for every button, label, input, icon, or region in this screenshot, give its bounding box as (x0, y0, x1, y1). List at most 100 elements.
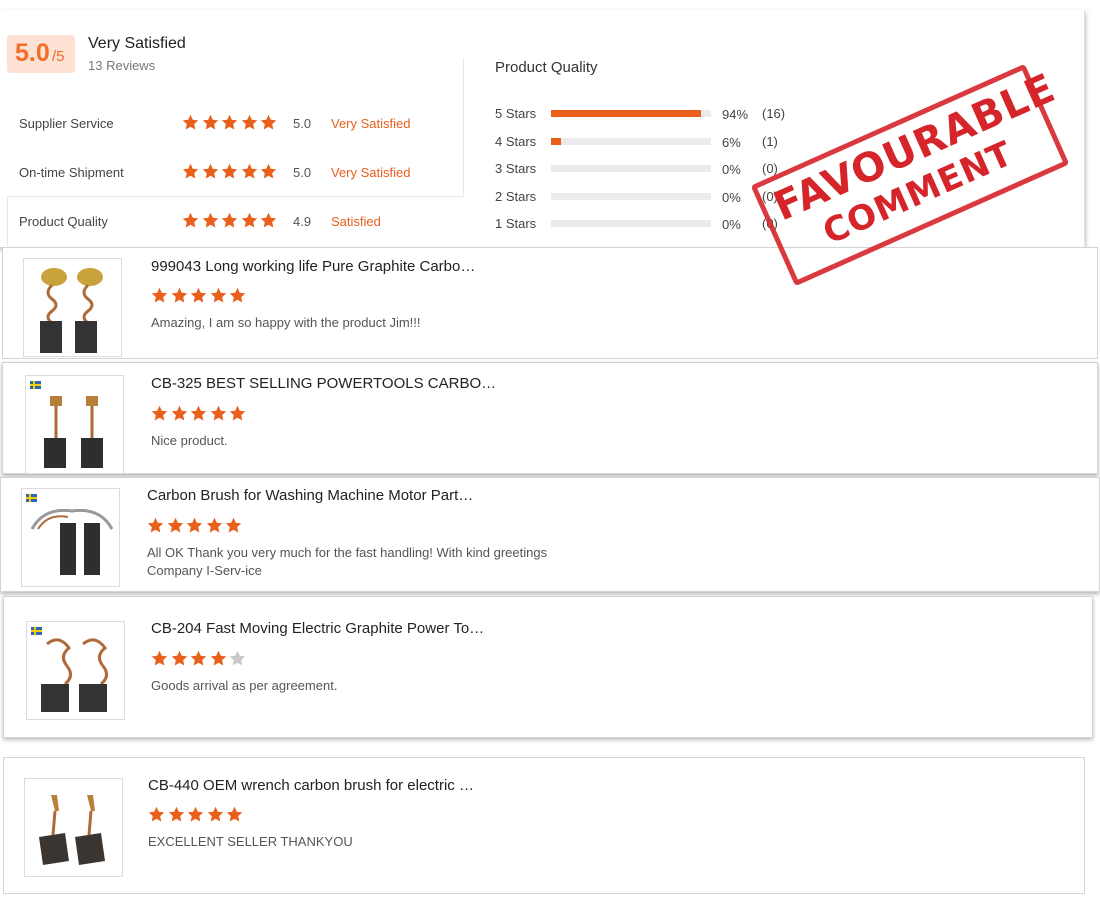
star-icon (151, 405, 168, 422)
star-icon (221, 212, 238, 229)
distribution-percent: 0% (722, 217, 741, 232)
star-icon (147, 517, 164, 534)
review-product-title[interactable]: CB-204 Fast Moving Electric Graphite Pow… (151, 620, 484, 637)
review-product-title[interactable]: CB-440 OEM wrench carbon brush for elect… (148, 777, 474, 794)
distribution-row-5: 5 Stars 94% (16) (495, 106, 815, 122)
star-icon (241, 212, 258, 229)
overall-score-suffix: /5 (52, 48, 65, 65)
product-thumbnail[interactable] (26, 621, 125, 720)
distribution-percent: 94% (722, 107, 749, 122)
review-stars (151, 650, 249, 668)
metric-satisfaction: Very Satisfied (331, 116, 411, 131)
star-icon (168, 806, 185, 823)
star-icon (221, 114, 238, 131)
distribution-row-4: 4 Stars 6% (1) (495, 134, 815, 150)
product-thumbnail[interactable] (24, 778, 123, 877)
distribution-bar (551, 193, 711, 200)
review-card[interactable]: Carbon Brush for Washing Machine Motor P… (0, 477, 1100, 592)
review-card[interactable]: CB-204 Fast Moving Electric Graphite Pow… (3, 596, 1093, 738)
star-icon (171, 287, 188, 304)
flag-icon (26, 494, 37, 502)
star-icon (167, 517, 184, 534)
star-icon (260, 114, 277, 131)
carbon-brush-image (40, 268, 103, 353)
star-icon (241, 114, 258, 131)
review-card[interactable]: 999043 Long working life Pure Graphite C… (2, 247, 1098, 359)
metric-name: Product Quality (19, 214, 108, 229)
distribution-count: (1) (762, 134, 778, 149)
star-icon (225, 517, 242, 534)
metric-stars (182, 163, 280, 181)
review-comment-line: All OK Thank you very much for the fast … (147, 545, 548, 560)
star-icon (182, 114, 199, 131)
divider (7, 196, 464, 197)
distribution-count: (16) (762, 106, 786, 121)
metric-satisfaction: Very Satisfied (331, 165, 411, 180)
distribution-label: 5 Stars (495, 106, 537, 121)
star-icon (190, 287, 207, 304)
star-icon (241, 163, 258, 180)
review-product-title[interactable]: CB-325 BEST SELLING POWERTOOLS CARBO… (151, 375, 496, 392)
star-icon (171, 405, 188, 422)
metric-product-quality[interactable]: Product Quality 4.9 Satisfied (19, 212, 449, 232)
review-stars (151, 287, 249, 305)
metric-score: 5.0 (293, 116, 312, 131)
star-icon (182, 163, 199, 180)
review-comment: Amazing, I am so happy with the product … (151, 315, 421, 330)
review-card[interactable]: CB-440 OEM wrench carbon brush for elect… (3, 757, 1085, 894)
distribution-row-3: 3 Stars 0% (0) (495, 161, 815, 177)
product-thumbnail[interactable] (25, 375, 124, 474)
metric-stars (182, 114, 280, 132)
metric-score: 5.0 (293, 165, 312, 180)
review-product-title[interactable]: Carbon Brush for Washing Machine Motor P… (147, 487, 473, 504)
star-icon (202, 212, 219, 229)
star-icon (186, 517, 203, 534)
star-icon (206, 517, 223, 534)
product-thumbnail[interactable] (23, 258, 122, 357)
star-icon (260, 212, 277, 229)
divider (7, 196, 8, 246)
review-stars (151, 405, 249, 423)
distribution-percent: 0% (722, 162, 741, 177)
distribution-bar (551, 165, 711, 172)
star-icon (229, 405, 246, 422)
star-icon (210, 405, 227, 422)
star-icon (221, 163, 238, 180)
review-comment: All OK Thank you very much for the fast … (147, 544, 547, 580)
reviews-count: 13 Reviews (88, 58, 156, 73)
carbon-brush-image (41, 638, 108, 712)
review-card[interactable]: CB-325 BEST SELLING POWERTOOLS CARBO… Ni… (2, 362, 1098, 474)
metric-score: 4.9 (293, 214, 312, 229)
star-icon (210, 287, 227, 304)
review-comment: EXCELLENT SELLER THANKYOU (148, 834, 353, 849)
carbon-brush-image (30, 508, 114, 575)
review-comment: Nice product. (151, 433, 228, 448)
distribution-label: 4 Stars (495, 134, 537, 149)
carbon-brush-image (39, 795, 105, 865)
product-thumbnail[interactable] (21, 488, 120, 587)
star-icon (210, 650, 227, 667)
star-icon (260, 163, 277, 180)
distribution-percent: 6% (722, 135, 741, 150)
review-product-title[interactable]: 999043 Long working life Pure Graphite C… (151, 258, 475, 275)
flag-icon (30, 381, 41, 389)
review-stars (148, 806, 246, 824)
star-icon (229, 650, 246, 667)
review-comment: Goods arrival as per agreement. (151, 678, 338, 693)
star-icon (207, 806, 224, 823)
star-icon (171, 650, 188, 667)
distribution-bar (551, 138, 711, 145)
metric-stars (182, 212, 280, 230)
star-icon (190, 405, 207, 422)
star-icon (182, 212, 199, 229)
metric-on-time-shipment: On-time Shipment 5.0 Very Satisfied (19, 163, 449, 183)
star-icon (187, 806, 204, 823)
metric-name: Supplier Service (19, 116, 114, 131)
overall-score: 5.0 (15, 39, 50, 67)
distribution-label: 3 Stars (495, 161, 537, 176)
review-stars (147, 517, 245, 535)
distribution-bar (551, 220, 711, 227)
distribution-bar-fill (551, 110, 702, 117)
star-icon (202, 114, 219, 131)
carbon-brush-image (44, 396, 103, 468)
